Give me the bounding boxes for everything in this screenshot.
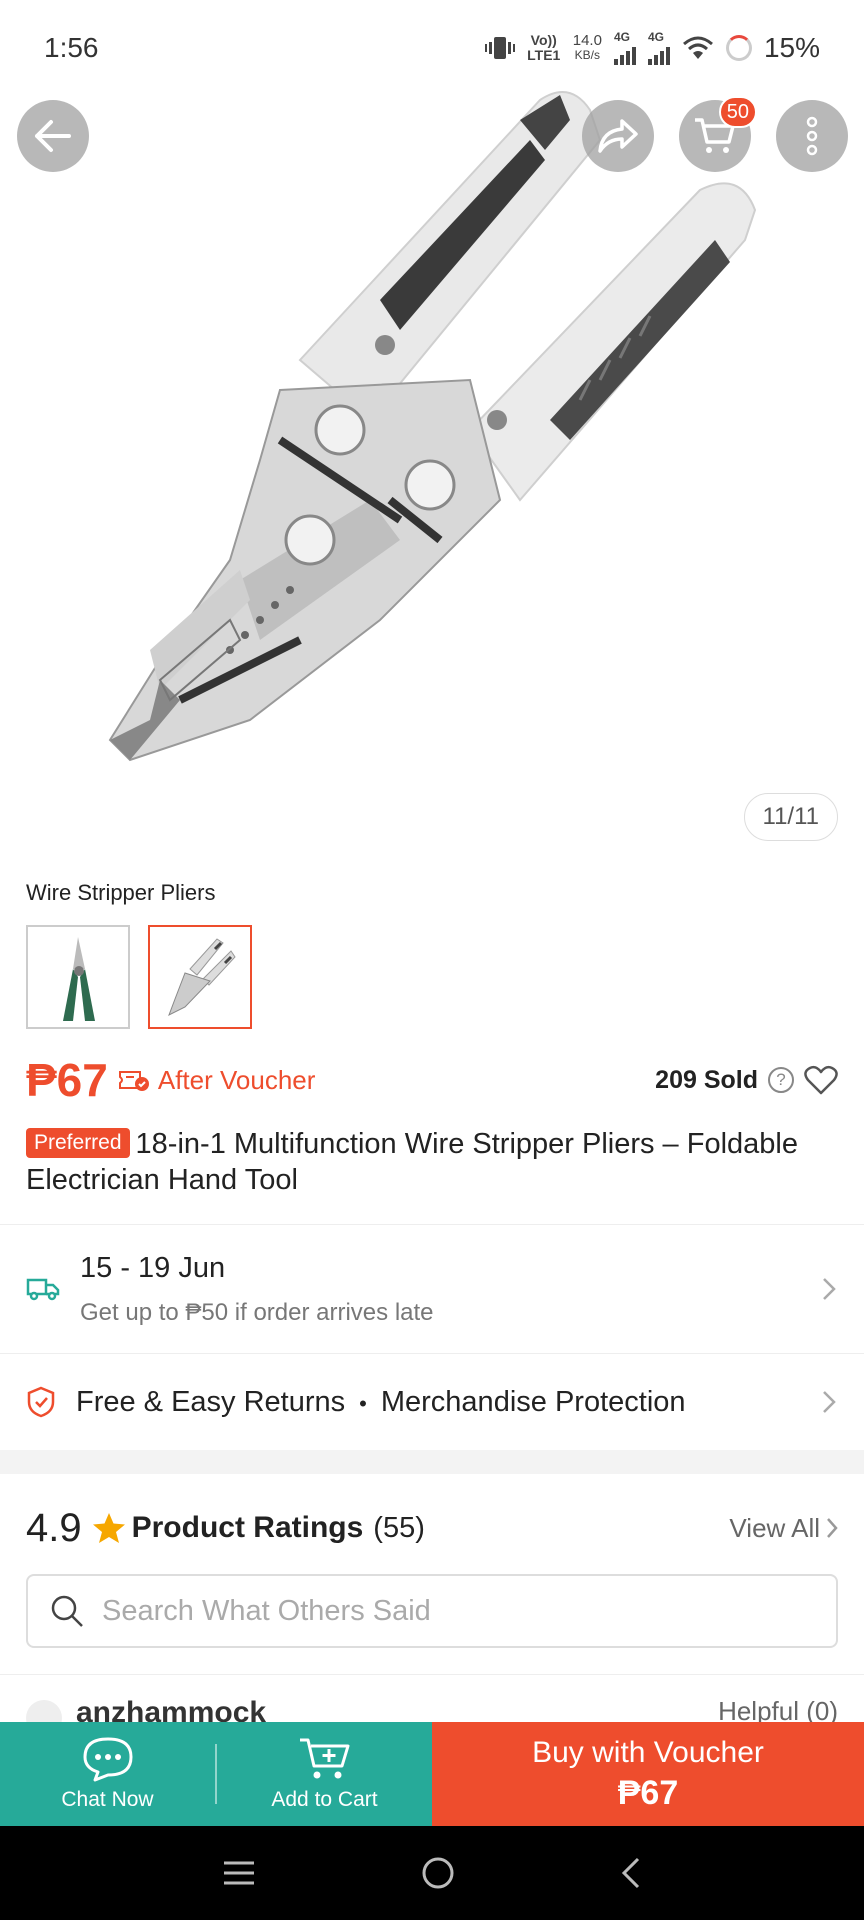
chevron-right-icon bbox=[823, 1278, 836, 1300]
after-voucher-label: After Voucher bbox=[157, 1064, 316, 1095]
variant-thumbnail-1[interactable] bbox=[26, 925, 130, 1029]
bottom-left-actions: Chat Now Add to Cart bbox=[0, 1722, 432, 1826]
chat-icon bbox=[83, 1737, 132, 1782]
voucher-icon bbox=[118, 1071, 149, 1091]
cart-count-badge: 50 bbox=[718, 96, 757, 128]
returns-row[interactable]: Free & Easy Returns • Merchandise Protecti… bbox=[0, 1355, 864, 1449]
chevron-right-icon bbox=[827, 1518, 838, 1538]
home-icon[interactable] bbox=[421, 1856, 455, 1890]
battery-level: 15% bbox=[763, 32, 820, 63]
sold-count: 209 Sold bbox=[655, 1065, 758, 1094]
network-speed-value: 14.0 bbox=[572, 32, 602, 49]
vibrate-icon bbox=[484, 37, 515, 59]
product-title-text: 18-in-1 Multifunction Wire Stripper Plie… bbox=[26, 1128, 798, 1196]
returns-label-2: Merchandise Protection bbox=[380, 1385, 686, 1418]
add-to-cart-button[interactable]: Add to Cart bbox=[217, 1722, 432, 1826]
view-all-label: View All bbox=[729, 1512, 820, 1543]
search-icon bbox=[51, 1595, 83, 1627]
chat-now-button[interactable]: Chat Now bbox=[0, 1722, 215, 1826]
status-time: 1:56 bbox=[44, 32, 99, 63]
shield-check-icon bbox=[27, 1386, 55, 1418]
separator-dot: • bbox=[359, 1390, 367, 1416]
review-search[interactable] bbox=[26, 1574, 838, 1648]
signal-bars-2-icon bbox=[647, 43, 670, 65]
buy-with-voucher-button[interactable]: Buy with Voucher ₱67 bbox=[432, 1722, 864, 1826]
cart-button[interactable]: 50 bbox=[679, 96, 757, 172]
variant-label: Wire Stripper Pliers bbox=[26, 880, 216, 905]
section-separator bbox=[0, 1450, 864, 1474]
divider bbox=[0, 1674, 864, 1675]
cart-add-icon bbox=[299, 1738, 349, 1779]
volte-indicator: Vo)) LTE1 bbox=[527, 32, 561, 63]
wifi-icon bbox=[682, 36, 713, 59]
network-type-1: 4G bbox=[613, 30, 630, 44]
back-nav-icon[interactable] bbox=[620, 1856, 642, 1890]
shipping-dates: 15 - 19 Jun bbox=[80, 1251, 226, 1284]
question-icon[interactable]: ? bbox=[768, 1067, 794, 1093]
chevron-right-icon bbox=[823, 1391, 836, 1413]
variant-thumbnails bbox=[26, 925, 252, 1029]
preferred-badge: Preferred bbox=[26, 1128, 130, 1158]
heart-icon[interactable] bbox=[804, 1065, 838, 1095]
signal-2: 4G bbox=[647, 30, 670, 65]
product-title: Preferred 18-in-1 Multifunction Wire Stri… bbox=[26, 1126, 838, 1198]
share-icon bbox=[598, 119, 638, 153]
returns-label: Free & Easy Returns • Merchandise Protecti… bbox=[76, 1386, 686, 1419]
share-button[interactable] bbox=[582, 100, 654, 172]
truck-icon bbox=[26, 1278, 60, 1301]
thumbnail-image-1 bbox=[63, 937, 95, 1021]
arrow-left-icon bbox=[35, 120, 71, 152]
more-button[interactable] bbox=[776, 100, 848, 172]
review-search-input[interactable] bbox=[102, 1594, 802, 1628]
buy-price: ₱67 bbox=[617, 1773, 679, 1812]
price: ₱67 bbox=[26, 1054, 108, 1106]
price-row: ₱67 After Voucher 209 Sold ? bbox=[26, 1052, 838, 1108]
ratings-label: Product Ratings bbox=[131, 1511, 364, 1544]
status-icons: Vo)) LTE1 14.0 KB/s 4G 4G 15% bbox=[484, 30, 820, 65]
returns-label-1: Free & Easy Returns bbox=[76, 1385, 346, 1418]
status-bar: 1:56 Vo)) LTE1 14.0 KB/s 4G 4G 15% bbox=[0, 0, 864, 96]
view-all-link[interactable]: View All bbox=[729, 1513, 838, 1544]
ratings-count: (55) bbox=[373, 1511, 425, 1544]
divider bbox=[0, 1224, 864, 1225]
rating-score: 4.9 bbox=[26, 1505, 82, 1550]
battery-icon bbox=[725, 35, 752, 61]
back-button[interactable] bbox=[17, 100, 89, 172]
image-counter: 11/11 bbox=[743, 793, 838, 841]
signal-bars-1-icon bbox=[613, 43, 636, 65]
signal-1: 4G bbox=[613, 30, 636, 65]
divider bbox=[0, 1353, 864, 1354]
network-speed: 14.0 KB/s bbox=[573, 33, 602, 63]
thumbnail-image-2 bbox=[168, 938, 236, 1017]
network-speed-unit: KB/s bbox=[574, 48, 601, 62]
network-type-2: 4G bbox=[647, 30, 664, 44]
star-icon bbox=[92, 1513, 125, 1543]
system-nav-bar bbox=[0, 1826, 864, 1920]
shipping-guarantee: Get up to ₱50 if order arrives late bbox=[80, 1298, 434, 1326]
shipping-text: 15 - 19 Jun Get up to ₱50 if order arriv… bbox=[80, 1252, 434, 1327]
ratings-header: 4.9 Product Ratings (55) View All bbox=[26, 1500, 838, 1556]
sold-info: 209 Sold ? bbox=[655, 1065, 838, 1095]
chat-now-label: Chat Now bbox=[61, 1788, 154, 1811]
menu-icon[interactable] bbox=[222, 1859, 256, 1887]
add-to-cart-label: Add to Cart bbox=[271, 1788, 378, 1811]
more-vertical-icon bbox=[806, 116, 818, 156]
variant-thumbnail-2[interactable] bbox=[148, 925, 252, 1029]
shipping-row[interactable]: 15 - 19 Jun Get up to ₱50 if order arriv… bbox=[0, 1226, 864, 1352]
buy-label: Buy with Voucher bbox=[532, 1735, 764, 1769]
bottom-action-bar: Chat Now Add to Cart Buy with Voucher ₱6… bbox=[0, 1722, 864, 1826]
